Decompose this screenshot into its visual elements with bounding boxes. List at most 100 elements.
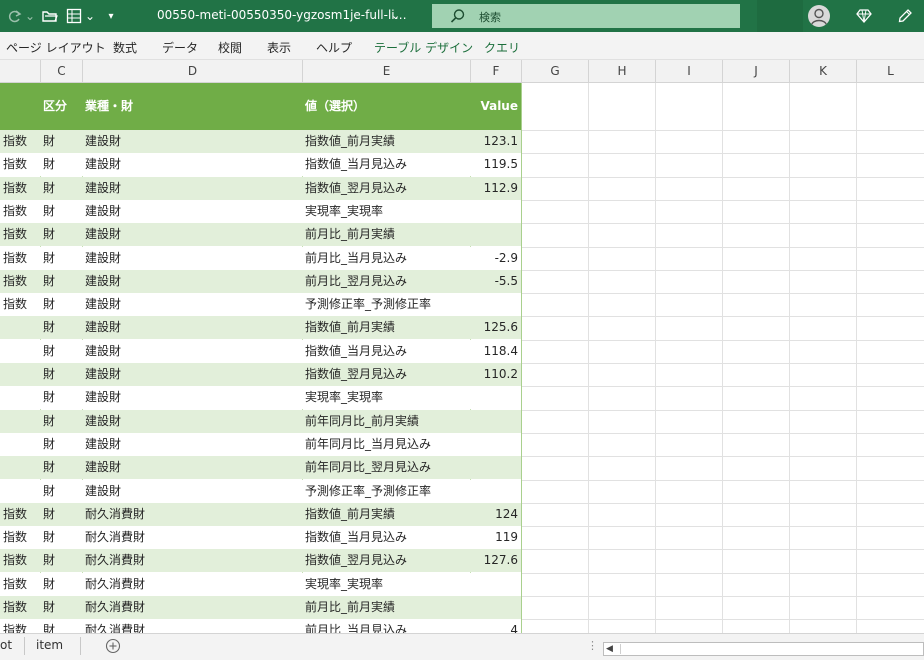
- cell-b[interactable]: [0, 316, 40, 339]
- column-header-f[interactable]: F: [470, 60, 521, 83]
- cell-value[interactable]: [470, 386, 521, 409]
- user-avatar-icon[interactable]: [808, 5, 830, 27]
- customize-toolbar-icon[interactable]: ▾: [104, 6, 118, 26]
- cell-category[interactable]: 財: [40, 270, 82, 293]
- add-sheet-icon[interactable]: [105, 638, 121, 658]
- cell-industry[interactable]: 建設財: [82, 316, 302, 339]
- cell-b[interactable]: 指数: [0, 153, 40, 176]
- cell-b[interactable]: [0, 433, 40, 456]
- menu-formulas[interactable]: 数式: [113, 39, 137, 56]
- cell-value[interactable]: 125.6: [470, 316, 521, 339]
- cell-value[interactable]: 123.1: [470, 130, 521, 153]
- cell-value[interactable]: [470, 433, 521, 456]
- title-chevron-down-icon[interactable]: ⌄: [391, 9, 400, 22]
- menu-help[interactable]: ヘルプ: [316, 39, 352, 56]
- cell-industry[interactable]: 建設財: [82, 153, 302, 176]
- cell-b[interactable]: 指数: [0, 549, 40, 572]
- cell-value-select[interactable]: 予測修正率_予測修正率: [302, 480, 470, 503]
- cell-value-select[interactable]: 前年同月比_当月見込み: [302, 433, 470, 456]
- cell-industry[interactable]: 建設財: [82, 270, 302, 293]
- cell-value-select[interactable]: 指数値_当月見込み: [302, 526, 470, 549]
- cell-category[interactable]: 財: [40, 480, 82, 503]
- cell-b[interactable]: 指数: [0, 130, 40, 153]
- cell-category[interactable]: 財: [40, 526, 82, 549]
- cell-category[interactable]: 財: [40, 456, 82, 479]
- cell-value[interactable]: 112.9: [470, 177, 521, 200]
- cell-category[interactable]: 財: [40, 130, 82, 153]
- cell-b[interactable]: 指数: [0, 596, 40, 619]
- cell-category[interactable]: 財: [40, 177, 82, 200]
- cell-category[interactable]: 財: [40, 433, 82, 456]
- menu-review[interactable]: 校閲: [218, 39, 242, 56]
- spreadsheet-grid[interactable]: 区分 業種・財 値（選択） Value 指数財建設財 指数値_前月実績 123.1 指…: [0, 83, 924, 633]
- cell-industry[interactable]: 建設財: [82, 177, 302, 200]
- cell-value-select[interactable]: 実現率_実現率: [302, 200, 470, 223]
- column-header-d[interactable]: D: [82, 60, 302, 83]
- header-cell-value[interactable]: Value: [470, 83, 521, 130]
- cell-value[interactable]: [470, 223, 521, 246]
- column-header-j[interactable]: J: [722, 60, 789, 83]
- cell-category[interactable]: 財: [40, 410, 82, 433]
- cell-industry[interactable]: 建設財: [82, 456, 302, 479]
- cell-b[interactable]: 指数: [0, 200, 40, 223]
- column-header-l[interactable]: L: [856, 60, 924, 83]
- cell-industry[interactable]: 建設財: [82, 410, 302, 433]
- column-header-g[interactable]: G: [521, 60, 588, 83]
- cell-category[interactable]: 財: [40, 340, 82, 363]
- cell-b[interactable]: [0, 386, 40, 409]
- cell-value-select[interactable]: 前月比_前月実績: [302, 223, 470, 246]
- cell-b[interactable]: [0, 456, 40, 479]
- column-header-k[interactable]: K: [789, 60, 856, 83]
- menu-table-design[interactable]: テーブル デザイン: [374, 39, 473, 56]
- menu-page-layout[interactable]: ページ レイアウト: [6, 39, 106, 56]
- cell-value-select[interactable]: 実現率_実現率: [302, 573, 470, 596]
- cell-value-select[interactable]: 指数値_前月実績: [302, 316, 470, 339]
- cell-industry[interactable]: 建設財: [82, 200, 302, 223]
- cell-category[interactable]: 財: [40, 316, 82, 339]
- horizontal-scrollbar[interactable]: ◀: [603, 642, 924, 656]
- cell-value-select[interactable]: 指数値_翌月見込み: [302, 549, 470, 572]
- cell-value[interactable]: 124: [470, 503, 521, 526]
- cell-value[interactable]: 110.2: [470, 363, 521, 386]
- cell-industry[interactable]: 建設財: [82, 433, 302, 456]
- cell-industry[interactable]: 建設財: [82, 247, 302, 270]
- cell-industry[interactable]: 耐久消費財: [82, 573, 302, 596]
- cell-value[interactable]: [470, 456, 521, 479]
- splitter-handle-icon[interactable]: ⋮: [587, 639, 598, 652]
- cell-b[interactable]: 指数: [0, 619, 40, 633]
- sheet-tab-item[interactable]: item: [36, 638, 63, 652]
- cell-b[interactable]: 指数: [0, 177, 40, 200]
- cell-industry[interactable]: 耐久消費財: [82, 619, 302, 633]
- cell-industry[interactable]: 建設財: [82, 340, 302, 363]
- column-header-i[interactable]: I: [655, 60, 722, 83]
- cell-category[interactable]: 財: [40, 153, 82, 176]
- open-folder-icon[interactable]: [40, 6, 60, 26]
- form-icon[interactable]: [64, 6, 84, 26]
- column-header-partial[interactable]: [0, 60, 40, 83]
- cell-value-select[interactable]: 指数値_翌月見込み: [302, 363, 470, 386]
- cell-value[interactable]: -2.9: [470, 247, 521, 270]
- header-cell-category[interactable]: 区分: [40, 83, 70, 130]
- cell-category[interactable]: 財: [40, 223, 82, 246]
- cell-b[interactable]: [0, 480, 40, 503]
- cell-b[interactable]: [0, 410, 40, 433]
- cell-category[interactable]: 財: [40, 200, 82, 223]
- cell-industry[interactable]: 建設財: [82, 293, 302, 316]
- cell-value-select[interactable]: 前月比_翌月見込み: [302, 270, 470, 293]
- cell-industry[interactable]: 耐久消費財: [82, 526, 302, 549]
- cell-value-select[interactable]: 指数値_当月見込み: [302, 153, 470, 176]
- cell-industry[interactable]: 耐久消費財: [82, 549, 302, 572]
- cell-b[interactable]: 指数: [0, 223, 40, 246]
- cell-category[interactable]: 財: [40, 596, 82, 619]
- cell-value[interactable]: [470, 596, 521, 619]
- header-cell-value-select[interactable]: 値（選択）: [302, 83, 368, 130]
- cell-value-select[interactable]: 指数値_翌月見込み: [302, 177, 470, 200]
- cell-value-select[interactable]: 前月比_当月見込み: [302, 619, 470, 633]
- cell-value[interactable]: 119: [470, 526, 521, 549]
- cell-value-select[interactable]: 指数値_前月実績: [302, 503, 470, 526]
- cell-industry[interactable]: 建設財: [82, 480, 302, 503]
- column-header-e[interactable]: E: [302, 60, 470, 83]
- cell-value[interactable]: [470, 573, 521, 596]
- cell-b[interactable]: 指数: [0, 503, 40, 526]
- diamond-icon[interactable]: [855, 6, 873, 26]
